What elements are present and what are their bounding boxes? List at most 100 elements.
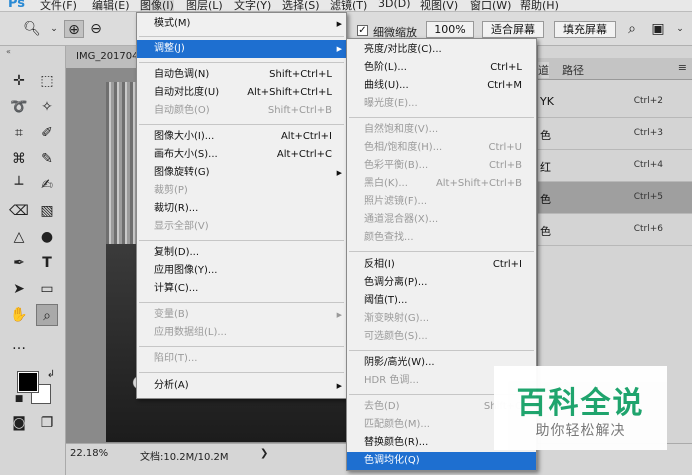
fit-screen-button[interactable]: 适合屏幕 — [482, 21, 544, 38]
channel-shortcut: Ctrl+4 — [633, 160, 663, 170]
stamp-tool-icon[interactable]: ┴ — [8, 174, 30, 196]
menu-item-label: 应用数据组(L)... — [154, 327, 227, 338]
menu-item-canvas-size[interactable]: 画布大小(S)... Alt+Ctrl+C — [137, 146, 346, 164]
foreground-color-swatch[interactable] — [17, 371, 39, 393]
menu-item-channel-mixer: 通道混合器(X)... — [347, 211, 536, 229]
zoom-out-icon[interactable]: ⊖ — [86, 20, 106, 38]
dodge-tool-icon[interactable]: ● — [36, 226, 58, 248]
menu-edit[interactable]: 编辑(E) — [92, 0, 130, 11]
chevron-down-icon[interactable]: ⌄ — [670, 20, 690, 38]
fill-screen-button[interactable]: 填充屏幕 — [554, 21, 616, 38]
workspace-icon[interactable]: ▣ — [648, 20, 668, 38]
menu-select[interactable]: 选择(S) — [282, 0, 320, 11]
menu-item-equalize[interactable]: 色调均化(Q) — [347, 452, 536, 470]
menu-item-shortcut: Ctrl+M — [487, 80, 522, 91]
zoom-in-icon[interactable]: ⊕ — [64, 20, 84, 38]
history-brush-icon[interactable]: ✍ — [36, 174, 58, 196]
collapse-icon[interactable]: « — [6, 47, 11, 56]
menu-item-image-size[interactable]: 图像大小(I)... Alt+Ctrl+I — [137, 128, 346, 146]
menu-item-analysis[interactable]: 分析(A) ▶ — [137, 377, 346, 395]
menu-bar: Ps 文件(F) 编辑(E) 图像(I) 图层(L) 文字(Y) 选择(S) 滤… — [0, 0, 692, 12]
channel-row[interactable]: 色 Ctrl+5 — [538, 182, 692, 214]
menu-item-auto-contrast[interactable]: 自动对比度(U) Alt+Shift+Ctrl+L — [137, 84, 346, 102]
menu-item-shortcut: Ctrl+I — [492, 259, 522, 270]
more-tools-icon[interactable]: … — [8, 334, 30, 356]
menu-item-label: 替换颜色(R)... — [364, 437, 429, 448]
menu-item-label: 模式(M) — [154, 18, 191, 29]
menu-item-levels[interactable]: 色阶(L)... Ctrl+L — [347, 59, 536, 77]
menu-view[interactable]: 视图(V) — [420, 0, 458, 11]
quick-mask-icon[interactable]: ◙ — [8, 412, 30, 434]
channel-row[interactable]: 色 Ctrl+6 — [538, 214, 692, 246]
menu-type[interactable]: 文字(Y) — [234, 0, 271, 11]
brush-tool-icon[interactable]: ✎ — [36, 148, 58, 170]
menu-divider — [349, 117, 534, 118]
watermark: 百科全说 助你轻松解决 — [494, 366, 667, 450]
menu-item-shortcut: Alt+Ctrl+C — [276, 149, 332, 160]
zoom-tool-icon[interactable]: 🔍︎ — [22, 20, 42, 38]
blur-tool-icon[interactable]: △ — [8, 226, 30, 248]
panel-menu-icon[interactable]: ≡ — [678, 61, 687, 74]
menu-item-apply-image[interactable]: 应用图像(Y)... — [137, 262, 346, 280]
menu-help[interactable]: 帮助(H) — [520, 0, 559, 11]
chevron-down-icon[interactable]: ⌄ — [44, 20, 64, 38]
fine-zoom-checkbox[interactable]: ✓ — [357, 25, 368, 36]
menu-item-label: 自然饱和度(V)... — [364, 124, 439, 135]
tab-channels[interactable]: 道 — [538, 62, 549, 78]
eraser-tool-icon[interactable]: ⌫ — [8, 200, 30, 222]
hand-tool-icon[interactable]: ✋ — [8, 304, 30, 326]
menu-image[interactable]: 图像(I) — [140, 0, 174, 11]
menu-item-crop: 裁剪(P) — [137, 182, 346, 200]
path-select-icon[interactable]: ➤ — [8, 278, 30, 300]
tab-paths[interactable]: 路径 — [562, 62, 584, 78]
gradient-tool-icon[interactable]: ▧ — [36, 200, 58, 222]
channel-row[interactable]: 色 Ctrl+3 — [538, 118, 692, 150]
menu-item-label: 反相(I) — [364, 259, 395, 270]
menu-item-auto-tone[interactable]: 自动色调(N) Shift+Ctrl+L — [137, 66, 346, 84]
menu-item-shortcut: Shift+Ctrl+L — [269, 69, 332, 80]
menu-file[interactable]: 文件(F) — [40, 0, 77, 11]
menu-item-calculations[interactable]: 计算(C)... — [137, 280, 346, 298]
menu-item-brightness-contrast[interactable]: 亮度/对比度(C)... — [347, 41, 536, 59]
screen-mode-icon[interactable]: ❐ — [36, 412, 58, 434]
channel-row[interactable]: 红 Ctrl+4 — [538, 150, 692, 182]
zoom-100-button[interactable]: 100% — [426, 21, 474, 38]
lasso-tool-icon[interactable]: ➰ — [8, 96, 30, 118]
magic-wand-icon[interactable]: ✧ — [36, 96, 58, 118]
menu-item-threshold[interactable]: 阈值(T)... — [347, 292, 536, 310]
menu-item-mode[interactable]: 模式(M) ▶ — [137, 15, 346, 33]
marquee-tool-icon[interactable]: ⬚ — [36, 70, 58, 92]
menu-filter[interactable]: 滤镜(T) — [330, 0, 367, 11]
menu-item-trim[interactable]: 裁切(R)... — [137, 200, 346, 218]
healing-brush-icon[interactable]: ⌘ — [8, 148, 30, 170]
menu-item-adjustments[interactable]: 调整(J) ▶ — [137, 40, 346, 58]
zoom-tool-icon[interactable]: ⌕ — [36, 304, 58, 326]
swap-colors-icon[interactable]: ↲ — [40, 364, 62, 386]
menu-item-image-rotation[interactable]: 图像旋转(G) ▶ — [137, 164, 346, 182]
move-tool-icon[interactable]: ✛ — [8, 70, 30, 92]
menu-item-auto-color: 自动颜色(O) Shift+Ctrl+B — [137, 102, 346, 120]
menu-item-duplicate[interactable]: 复制(D)... — [137, 244, 346, 262]
menu-item-label: 自动颜色(O) — [154, 105, 210, 116]
menu-item-label: 应用图像(Y)... — [154, 265, 218, 276]
menu-item-label: HDR 色调... — [364, 375, 419, 386]
channel-row[interactable]: YK Ctrl+2 — [538, 86, 692, 118]
eyedropper-icon[interactable]: ✐ — [36, 122, 58, 144]
zoom-level[interactable]: 22.18% — [70, 448, 108, 459]
menu-window[interactable]: 窗口(W) — [470, 0, 511, 11]
type-tool-icon[interactable]: T — [36, 252, 58, 274]
menu-item-posterize[interactable]: 色调分离(P)... — [347, 274, 536, 292]
chevron-right-icon[interactable]: ❯ — [260, 448, 268, 459]
menu-item-label: 陷印(T)... — [154, 353, 198, 364]
menu-item-invert[interactable]: 反相(I) Ctrl+I — [347, 256, 536, 274]
crop-tool-icon[interactable]: ⌗ — [8, 122, 30, 144]
menu-item-curves[interactable]: 曲线(U)... Ctrl+M — [347, 77, 536, 95]
menu-item-photo-filter: 照片滤镜(F)... — [347, 193, 536, 211]
search-icon[interactable]: ⌕ — [622, 20, 642, 38]
menu-item-label: 图像大小(I)... — [154, 131, 215, 142]
submenu-arrow-icon: ▶ — [336, 45, 342, 53]
pen-tool-icon[interactable]: ✒ — [8, 252, 30, 274]
rectangle-tool-icon[interactable]: ▭ — [36, 278, 58, 300]
menu-layer[interactable]: 图层(L) — [186, 0, 223, 11]
menu-3d[interactable]: 3D(D) — [378, 0, 411, 10]
